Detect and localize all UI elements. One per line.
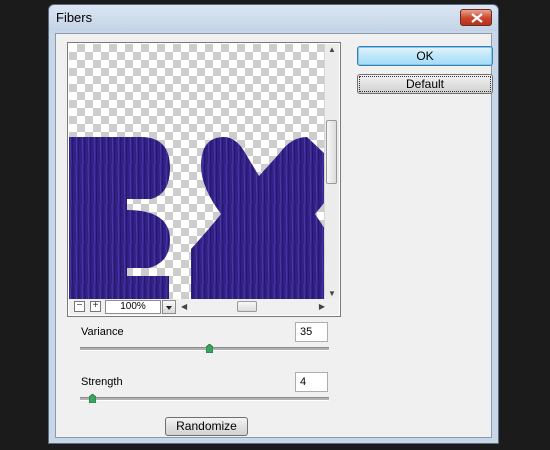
variance-slider-thumb[interactable]: [205, 344, 213, 353]
variance-label: Variance: [81, 326, 124, 338]
window-title: Fibers: [56, 10, 93, 25]
randomize-button[interactable]: Randomize: [165, 417, 248, 436]
default-button-label: Default: [358, 76, 492, 92]
zoom-in-icon[interactable]: +: [90, 301, 101, 312]
horizontal-scroll-thumb[interactable]: [237, 301, 257, 312]
preview-image: [69, 137, 325, 299]
strength-input[interactable]: 4: [295, 372, 328, 392]
variance-slider[interactable]: [80, 347, 329, 351]
dropdown-arrow-icon: [166, 306, 172, 310]
preview-canvas[interactable]: [69, 44, 325, 299]
strength-slider-thumb[interactable]: [88, 394, 96, 403]
preview-zoom-bar: − + 100% ◀ ▶: [69, 299, 339, 315]
title-bar[interactable]: Fibers: [49, 5, 498, 31]
close-button[interactable]: [460, 9, 492, 26]
zoom-out-icon[interactable]: −: [74, 301, 85, 312]
preview-panel: ▲ ▼ − + 100% ◀ ▶: [67, 42, 341, 317]
default-button[interactable]: Default: [357, 74, 493, 94]
scroll-up-icon[interactable]: ▲: [328, 45, 336, 54]
zoom-dropdown-button[interactable]: [162, 300, 176, 314]
preview-vertical-scrollbar[interactable]: ▲ ▼: [324, 44, 339, 299]
preview-horizontal-scrollbar[interactable]: ◀ ▶: [181, 301, 325, 313]
scroll-right-icon[interactable]: ▶: [319, 302, 325, 311]
scroll-down-icon[interactable]: ▼: [328, 289, 336, 298]
zoom-level[interactable]: 100%: [105, 300, 161, 314]
strength-label: Strength: [81, 376, 123, 388]
vertical-scroll-thumb[interactable]: [326, 120, 337, 184]
close-icon: [471, 13, 483, 23]
fibers-dialog: Fibers ▲ ▼ − + 100% ◀ ▶ OK Default Varia…: [48, 4, 499, 444]
strength-slider[interactable]: [80, 397, 329, 401]
scroll-left-icon[interactable]: ◀: [181, 302, 187, 311]
dialog-body: ▲ ▼ − + 100% ◀ ▶ OK Default Variance 35 …: [55, 33, 493, 438]
variance-input[interactable]: 35: [295, 322, 328, 342]
ok-button[interactable]: OK: [357, 46, 493, 66]
